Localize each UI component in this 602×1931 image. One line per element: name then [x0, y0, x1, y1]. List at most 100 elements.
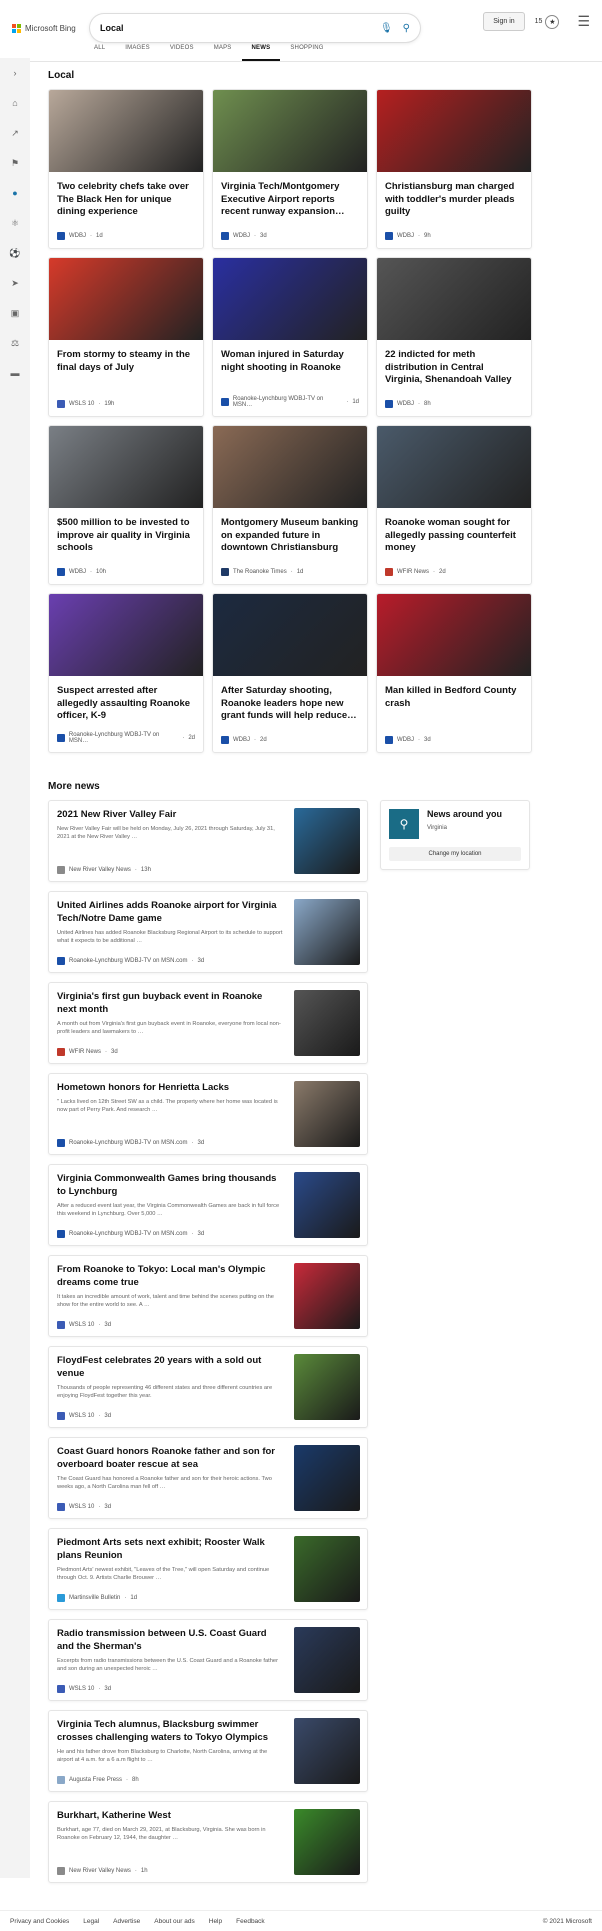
news-card[interactable]: Man killed in Bedford County crash WDBJ · 3…: [376, 593, 532, 753]
more-news-item[interactable]: Coast Guard honors Roanoke father and so…: [48, 1437, 368, 1519]
footer-link-privacy[interactable]: Privacy and Cookies: [10, 1918, 69, 1925]
source-logo-icon: [385, 568, 393, 576]
sports-icon[interactable]: ⚽: [8, 246, 22, 260]
news-card-source: Roanoke-Lynchburg WDBJ-TV on MSN… · 1d: [213, 396, 367, 416]
news-card-title[interactable]: Roanoke woman sought for allegedly passi…: [377, 508, 531, 568]
more-news-title[interactable]: 2021 New River Valley Fair: [57, 808, 284, 821]
more-news-item[interactable]: Hometown honors for Henrietta Lacks " Lac…: [48, 1073, 368, 1155]
source-name: Roanoke-Lynchburg WDBJ-TV on MSN.com: [69, 1231, 188, 1237]
news-card-title[interactable]: $500 million to be invested to improve a…: [49, 508, 203, 568]
more-news-title[interactable]: FloydFest celebrates 20 years with a sol…: [57, 1354, 284, 1380]
rewards-button[interactable]: 15 ★: [535, 14, 560, 29]
more-news-title[interactable]: From Roanoke to Tokyo: Local man's Olymp…: [57, 1263, 284, 1289]
more-news-thumbnail[interactable]: [294, 1081, 360, 1147]
more-news-item[interactable]: From Roanoke to Tokyo: Local man's Olymp…: [48, 1255, 368, 1337]
change-location-button[interactable]: Change my location: [389, 847, 521, 861]
more-news-item[interactable]: 2021 New River Valley Fair New River Vall…: [48, 800, 368, 882]
news-card-source: Roanoke-Lynchburg WDBJ-TV on MSN… · 2d: [49, 732, 203, 752]
source-name: WSLS 10: [69, 1686, 95, 1692]
more-news-thumbnail[interactable]: [294, 1263, 360, 1329]
more-news-thumbnail[interactable]: [294, 1354, 360, 1420]
more-news-thumbnail[interactable]: [294, 1536, 360, 1602]
more-news-title[interactable]: Virginia's first gun buyback event in Ro…: [57, 990, 284, 1016]
money-icon[interactable]: ▬: [8, 366, 22, 380]
more-news-title[interactable]: Piedmont Arts sets next exhibit; Rooster…: [57, 1536, 284, 1562]
more-news-thumbnail[interactable]: [294, 1809, 360, 1875]
politics-icon[interactable]: ⚖: [8, 336, 22, 350]
news-card[interactable]: Two celebrity chefs take over The Black …: [48, 89, 204, 249]
more-news-snippet: United Airlines has added Roanoke Blacks…: [57, 930, 283, 944]
menu-icon[interactable]: ☰: [577, 13, 590, 30]
news-card-title[interactable]: Christiansburg man charged with toddler'…: [377, 172, 531, 232]
more-news-thumbnail[interactable]: [294, 990, 360, 1056]
news-card[interactable]: Virginia Tech/Montgomery Executive Airpo…: [212, 89, 368, 249]
science-icon[interactable]: ⚛: [8, 216, 22, 230]
news-card[interactable]: Christiansburg man charged with toddler'…: [376, 89, 532, 249]
news-card-title[interactable]: Man killed in Bedford County crash: [377, 676, 531, 736]
home-icon[interactable]: ⌂: [8, 96, 22, 110]
news-card[interactable]: Suspect arrested after allegedly assault…: [48, 593, 204, 753]
more-news-thumbnail[interactable]: [294, 899, 360, 965]
more-news-title[interactable]: Radio transmission between U.S. Coast Gu…: [57, 1627, 284, 1653]
more-news-item[interactable]: Virginia Tech alumnus, Blacksburg swimme…: [48, 1710, 368, 1792]
more-news-thumbnail[interactable]: [294, 1718, 360, 1784]
dot-separator: ·: [126, 1777, 129, 1783]
more-news-title[interactable]: Virginia Commonwealth Games bring thousa…: [57, 1172, 284, 1198]
more-news-title[interactable]: Virginia Tech alumnus, Blacksburg swimme…: [57, 1718, 284, 1744]
news-card[interactable]: $500 million to be invested to improve a…: [48, 425, 204, 585]
news-card-image: [213, 258, 367, 340]
news-card[interactable]: After Saturday shooting, Roanoke leaders…: [212, 593, 368, 753]
more-news-thumbnail[interactable]: [294, 1172, 360, 1238]
trending-icon[interactable]: ↗: [8, 126, 22, 140]
more-news-thumbnail[interactable]: [294, 1445, 360, 1511]
news-card-title[interactable]: Two celebrity chefs take over The Black …: [49, 172, 203, 232]
location-pin-icon[interactable]: ●: [8, 186, 22, 200]
news-age: 1d: [296, 569, 304, 575]
news-age: 3d: [104, 1686, 112, 1692]
more-news-title[interactable]: United Airlines adds Roanoke airport for…: [57, 899, 284, 925]
news-card-title[interactable]: 22 indicted for meth distribution in Cen…: [377, 340, 531, 400]
more-news-item[interactable]: Piedmont Arts sets next exhibit; Rooster…: [48, 1528, 368, 1610]
news-card-title[interactable]: Virginia Tech/Montgomery Executive Airpo…: [213, 172, 367, 232]
news-card-title[interactable]: From stormy to steamy in the final days …: [49, 340, 203, 400]
more-news-source: Augusta Free Press · 8h: [57, 1776, 284, 1784]
footer-link-advertise[interactable]: Advertise: [113, 1918, 140, 1925]
footer-link-about-ads[interactable]: About our ads: [154, 1918, 194, 1925]
source-name: Martinsville Bulletin: [69, 1595, 121, 1601]
news-card-title[interactable]: Montgomery Museum banking on expanded fu…: [213, 508, 367, 568]
rocket-icon[interactable]: ➤: [8, 276, 22, 290]
entertainment-icon[interactable]: ▣: [8, 306, 22, 320]
more-news-title[interactable]: Burkhart, Katherine West: [57, 1809, 284, 1822]
more-news-item[interactable]: Burkhart, Katherine West Burkhart, age 77…: [48, 1801, 368, 1883]
more-news-thumbnail[interactable]: [294, 1627, 360, 1693]
news-card-title[interactable]: After Saturday shooting, Roanoke leaders…: [213, 676, 367, 736]
more-news-title[interactable]: Coast Guard honors Roanoke father and so…: [57, 1445, 284, 1471]
source-name: WSLS 10: [69, 1504, 95, 1510]
flag-icon[interactable]: ⚑: [8, 156, 22, 170]
more-news-item[interactable]: Radio transmission between U.S. Coast Gu…: [48, 1619, 368, 1701]
source-name: Roanoke-Lynchburg WDBJ-TV on MSN…: [232, 396, 324, 408]
more-news-item[interactable]: Virginia Commonwealth Games bring thousa…: [48, 1164, 368, 1246]
news-card[interactable]: 22 indicted for meth distribution in Cen…: [376, 257, 532, 417]
source-name: WDBJ: [397, 401, 414, 407]
more-news-thumbnail[interactable]: [294, 808, 360, 874]
news-card-image: [377, 426, 531, 508]
more-news-item[interactable]: FloydFest celebrates 20 years with a sol…: [48, 1346, 368, 1428]
more-news-title[interactable]: Hometown honors for Henrietta Lacks: [57, 1081, 284, 1094]
news-card[interactable]: Roanoke woman sought for allegedly passi…: [376, 425, 532, 585]
news-card[interactable]: Montgomery Museum banking on expanded fu…: [212, 425, 368, 585]
more-news-snippet: Burkhart, age 77, died on March 29, 2021…: [57, 1827, 266, 1841]
footer-link-feedback[interactable]: Feedback: [236, 1918, 265, 1925]
news-card-title[interactable]: Suspect arrested after allegedly assault…: [49, 676, 203, 732]
news-card[interactable]: From stormy to steamy in the final days …: [48, 257, 204, 417]
source-name: Roanoke-Lynchburg WDBJ-TV on MSN.com: [69, 958, 188, 964]
more-news-item[interactable]: United Airlines adds Roanoke airport for…: [48, 891, 368, 973]
footer-link-help[interactable]: Help: [209, 1918, 222, 1925]
more-news-source: WSLS 10 · 3d: [57, 1412, 284, 1420]
footer-link-legal[interactable]: Legal: [83, 1918, 99, 1925]
news-card-title[interactable]: Woman injured in Saturday night shooting…: [213, 340, 367, 396]
expand-icon[interactable]: ›: [8, 66, 22, 80]
news-card[interactable]: Woman injured in Saturday night shooting…: [212, 257, 368, 417]
more-news-item[interactable]: Virginia's first gun buyback event in Ro…: [48, 982, 368, 1064]
sign-in-button[interactable]: Sign in: [483, 12, 525, 31]
